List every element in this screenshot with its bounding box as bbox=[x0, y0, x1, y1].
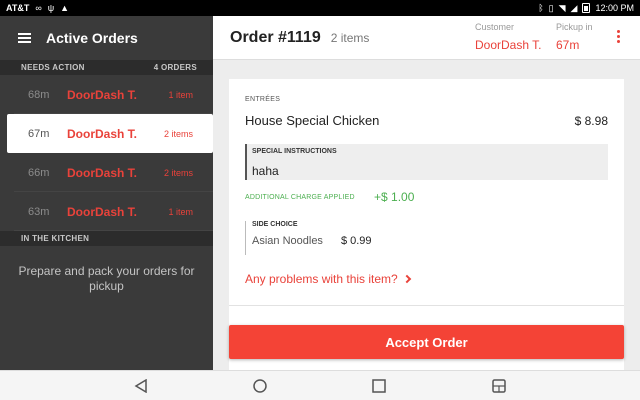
order-customer: DoorDash T. bbox=[67, 126, 138, 141]
order-header: Order #1119 2 items Customer DoorDash T.… bbox=[213, 16, 640, 60]
order-item-count: 2 items bbox=[163, 167, 193, 178]
additional-charge-label: ADDITIONAL CHARGE APPLIED bbox=[245, 194, 355, 201]
wifi-icon: ◥ bbox=[558, 2, 566, 13]
signal-icon: ◢ bbox=[570, 2, 578, 13]
order-item[interactable]: 68m DoorDash T. 1 item bbox=[0, 75, 213, 114]
side-choice-label: SIDE CHOICE bbox=[252, 221, 298, 228]
order-customer: DoorDash T. bbox=[67, 165, 138, 180]
battery-icon bbox=[582, 3, 591, 13]
special-instructions: SPECIAL INSTRUCTIONS haha bbox=[245, 144, 608, 180]
order-number: Order #1119 bbox=[230, 28, 321, 46]
status-bar: AT&T ∞ ψ ▲ ᛒ ▯ ◥ ◢ 12:00 PM bbox=[0, 0, 640, 16]
side-name: Asian Noodles bbox=[252, 235, 323, 247]
accept-order-button[interactable]: Accept Order bbox=[229, 325, 624, 359]
pickup-info: Pickup in 67m bbox=[556, 22, 593, 52]
dual-window-icon[interactable] bbox=[491, 378, 507, 394]
pickup-value: 67m bbox=[556, 38, 580, 52]
section-label: NEEDS ACTION bbox=[21, 63, 85, 72]
order-time: 63m bbox=[28, 205, 50, 218]
sidebar-header: Active Orders bbox=[0, 16, 213, 60]
back-icon[interactable] bbox=[133, 378, 149, 394]
order-item-count: 2 items bbox=[330, 30, 370, 45]
item-price: $ 8.98 bbox=[574, 114, 608, 128]
item-name: House Special Chicken bbox=[245, 113, 380, 128]
order-item[interactable]: 63m DoorDash T. 1 item bbox=[0, 192, 213, 231]
order-customer: DoorDash T. bbox=[67, 87, 138, 102]
side-choice: SIDE CHOICE Asian Noodles $ 0.99 bbox=[245, 221, 372, 255]
category-label: ENTRÉES bbox=[245, 96, 281, 103]
navigation-bar bbox=[0, 370, 640, 400]
order-customer: DoorDash T. bbox=[67, 204, 138, 219]
voicemail-icon: ∞ bbox=[35, 2, 42, 13]
order-time: 66m bbox=[28, 166, 50, 179]
orders-count: 4 ORDERS bbox=[153, 63, 197, 72]
android-icon: ▲ bbox=[60, 2, 70, 13]
customer-label: Customer bbox=[475, 22, 515, 32]
customer-info: Customer DoorDash T. bbox=[475, 22, 541, 52]
customer-value: DoorDash T. bbox=[475, 38, 542, 52]
more-options-icon[interactable] bbox=[617, 30, 621, 43]
menu-icon[interactable] bbox=[18, 33, 31, 43]
clock: 12:00 PM bbox=[595, 3, 634, 13]
divider bbox=[229, 305, 624, 306]
order-time: 68m bbox=[28, 88, 50, 101]
usb-icon: ψ bbox=[47, 2, 55, 13]
section-label: IN THE KITCHEN bbox=[21, 234, 90, 243]
home-icon[interactable] bbox=[252, 378, 268, 394]
kitchen-empty-message: Prepare and pack your orders for pickup bbox=[18, 264, 195, 293]
chevron-right-icon bbox=[402, 274, 411, 284]
order-item[interactable]: 66m DoorDash T. 2 items bbox=[0, 153, 213, 192]
instructions-label: SPECIAL INSTRUCTIONS bbox=[252, 148, 337, 155]
report-problem-link[interactable]: Any problems with this item? bbox=[245, 272, 411, 286]
order-item-count: 1 item bbox=[168, 89, 193, 100]
vibrate-icon: ▯ bbox=[548, 2, 554, 13]
pickup-label: Pickup in bbox=[556, 22, 593, 32]
instructions-text: haha bbox=[252, 164, 279, 178]
sidebar: Active Orders NEEDS ACTION 4 ORDERS 68m … bbox=[0, 16, 213, 370]
recent-apps-icon[interactable] bbox=[371, 378, 387, 394]
order-item-count: 1 item bbox=[168, 206, 193, 217]
order-item-count: 2 items bbox=[163, 128, 193, 139]
section-needs-action: NEEDS ACTION 4 ORDERS bbox=[0, 60, 213, 75]
additional-charge-value: +$ 1.00 bbox=[374, 190, 415, 204]
section-in-kitchen: IN THE KITCHEN bbox=[0, 231, 213, 246]
side-price: $ 0.99 bbox=[340, 235, 372, 247]
order-time: 67m bbox=[28, 127, 50, 140]
carrier-label: AT&T bbox=[6, 3, 30, 13]
order-item-selected[interactable]: 67m DoorDash T. 2 items bbox=[7, 114, 213, 153]
bluetooth-icon: ᛒ bbox=[538, 2, 544, 13]
sidebar-title: Active Orders bbox=[46, 30, 138, 46]
report-problem-label: Any problems with this item? bbox=[245, 272, 398, 286]
